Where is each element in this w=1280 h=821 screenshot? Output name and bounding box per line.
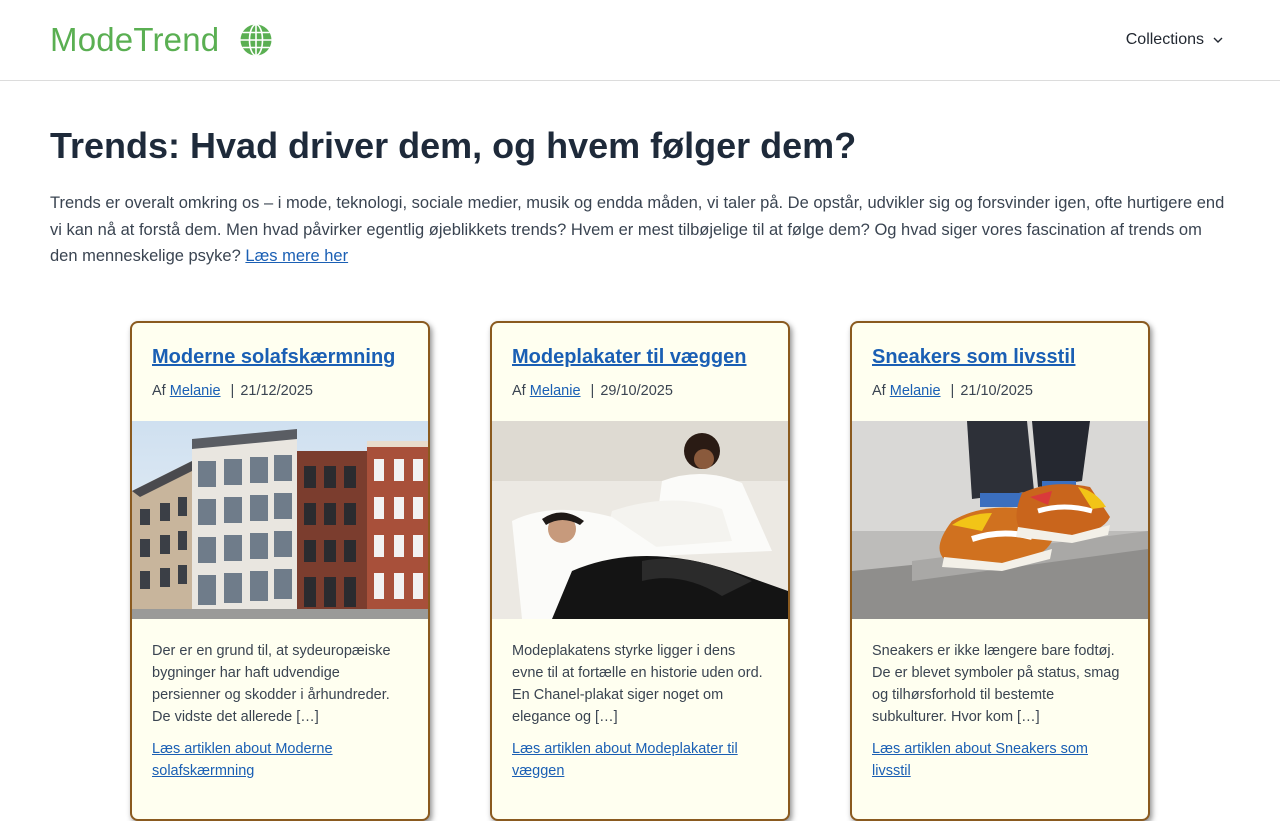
article-card: Sneakers som livsstil Af Melanie | 21/10/… <box>850 321 1150 821</box>
card-excerpt: Modeplakatens styrke ligger i dens evne … <box>512 643 763 725</box>
read-more-link[interactable]: Læs mere her <box>245 247 348 265</box>
card-image-building[interactable] <box>132 421 428 619</box>
author-link[interactable]: Melanie <box>170 383 221 399</box>
byline-prefix: Af <box>512 383 526 399</box>
read-article-link[interactable]: Læs artiklen about Moderne solafskærmnin… <box>152 738 410 782</box>
intro-text: Trends er overalt omkring os – i mode, t… <box>50 190 1230 270</box>
page-title: Trends: Hvad driver dem, og hvem følger … <box>50 125 857 166</box>
card-title-link[interactable]: Modeplakater til væggen <box>512 343 772 371</box>
site-header: ModeTrend Collections <box>0 0 1280 81</box>
author-link[interactable]: Melanie <box>890 383 941 399</box>
card-title-link[interactable]: Moderne solafskærmning <box>152 343 412 371</box>
meta-separator: | <box>590 383 595 399</box>
card-meta: Af Melanie | 29/10/2025 <box>512 381 673 401</box>
byline-prefix: Af <box>152 383 166 399</box>
card-excerpt: Der er en grund til, at sydeuropæiske by… <box>152 643 391 725</box>
card-title-link[interactable]: Sneakers som livsstil <box>872 343 1132 371</box>
author-link[interactable]: Melanie <box>530 383 581 399</box>
card-image-fashion[interactable] <box>492 421 788 619</box>
nav-collections[interactable]: Collections <box>1126 28 1224 52</box>
intro-body: Trends er overalt omkring os – i mode, t… <box>50 194 1225 265</box>
card-image-sneakers[interactable] <box>852 421 1148 619</box>
meta-separator: | <box>950 383 955 399</box>
post-date: 29/10/2025 <box>600 383 673 399</box>
post-date: 21/12/2025 <box>240 383 313 399</box>
chevron-down-icon <box>1213 37 1223 43</box>
article-card: Modeplakater til væggen Af Melanie | 29/1… <box>490 321 790 821</box>
read-article-link[interactable]: Læs artiklen about Sneakers som livsstil <box>872 738 1130 782</box>
post-date: 21/10/2025 <box>960 383 1033 399</box>
globe-icon <box>240 23 272 57</box>
card-meta: Af Melanie | 21/12/2025 <box>152 381 313 401</box>
card-excerpt: Sneakers er ikke længere bare fodtøj. De… <box>872 643 1120 725</box>
card-meta: Af Melanie | 21/10/2025 <box>872 381 1033 401</box>
meta-separator: | <box>230 383 235 399</box>
site-logo[interactable]: ModeTrend <box>50 20 273 60</box>
nav-collections-label: Collections <box>1125 31 1204 48</box>
article-card: Moderne solafskærmning Af Melanie | 21/12… <box>130 321 430 821</box>
byline-prefix: Af <box>872 383 886 399</box>
logo-text: ModeTrend <box>50 21 220 58</box>
read-article-link[interactable]: Læs artiklen about Modeplakater til vægg… <box>512 738 770 782</box>
